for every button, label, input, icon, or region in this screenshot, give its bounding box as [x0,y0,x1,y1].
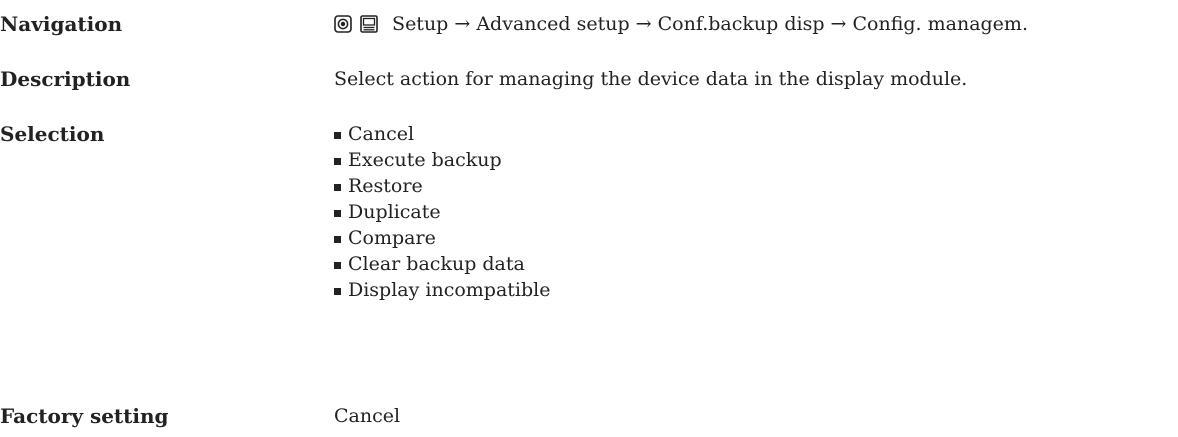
operating-menu-icon [334,15,352,33]
navigation-path: Setup → Advanced setup → Conf.backup dis… [392,13,1028,35]
description-label: Description [0,67,131,91]
selection-label: Selection [0,122,105,146]
bullet-icon [334,157,341,165]
list-item: Compare [334,225,551,251]
factory-setting-value: Cancel [334,405,401,427]
bullet-icon [334,183,341,191]
navigation-value: Setup → Advanced setup → Conf.backup dis… [334,10,1028,39]
bullet-icon [334,287,341,295]
selection-list: Cancel Execute backup Restore Duplicate … [334,121,551,303]
list-item: Cancel [334,121,551,147]
bullet-icon [334,209,341,217]
navigation-icons [334,9,378,37]
list-item: Duplicate [334,199,551,225]
factory-setting-label: Factory setting [0,404,169,428]
list-item: Execute backup [334,147,551,173]
bullet-icon [334,235,341,243]
list-item: Display incompatible [334,277,551,303]
description-text: Select action for managing the device da… [334,68,968,90]
display-menu-icon [360,15,378,33]
list-item: Restore [334,173,551,199]
bullet-icon [334,261,341,269]
navigation-label: Navigation [0,12,123,36]
bullet-icon [334,131,341,139]
list-item: Clear backup data [334,251,551,277]
